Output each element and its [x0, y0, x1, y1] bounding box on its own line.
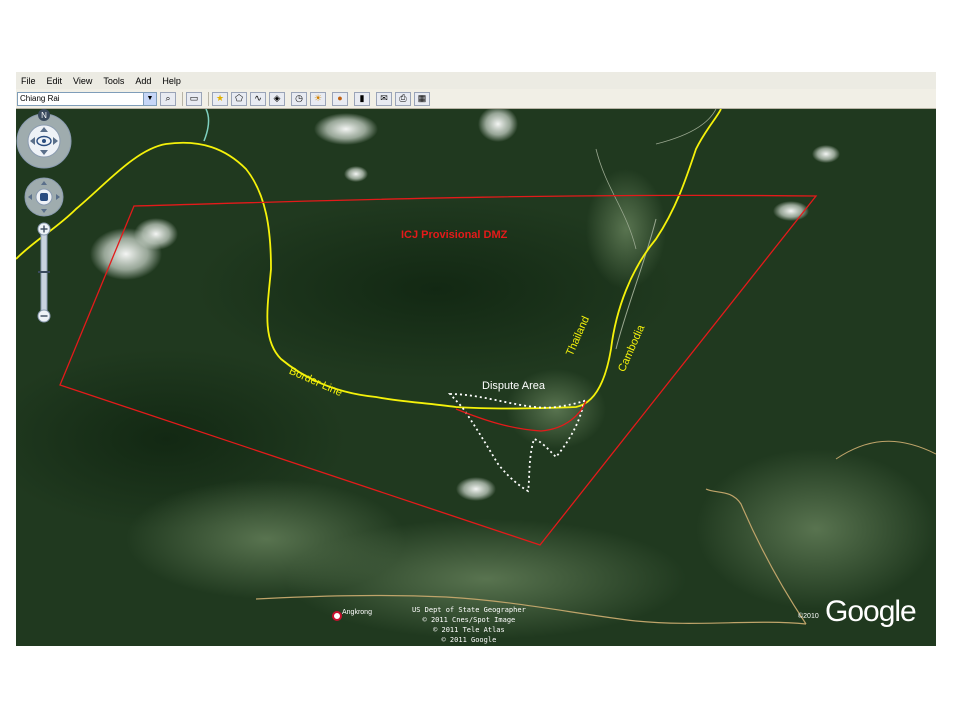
menu-edit[interactable]: Edit: [42, 76, 69, 86]
zoom-out-icon[interactable]: [37, 309, 51, 323]
toolbar-separator: [182, 91, 183, 106]
satellite-imagery: [16, 109, 936, 646]
toolbar-separator: [208, 91, 209, 106]
label-dmz: ICJ Provisional DMZ: [401, 229, 508, 241]
cleared-land: [586, 169, 666, 289]
placemark-icon[interactable]: ★: [212, 91, 228, 106]
cloud: [134, 218, 178, 250]
search-input[interactable]: Chiang Rai ▼: [17, 91, 157, 106]
menu-tools[interactable]: Tools: [98, 76, 130, 86]
menu-add[interactable]: Add: [130, 76, 157, 86]
menu-file[interactable]: File: [16, 76, 42, 86]
credit-line: © 2011 Cnes/Spot Image: [422, 616, 516, 624]
cleared-land: [696, 449, 936, 609]
path-icon[interactable]: ∿: [250, 91, 266, 106]
menu-bar: File Edit View Tools Add Help: [16, 72, 936, 89]
zoom-slider[interactable]: [38, 226, 50, 318]
google-logo: Google: [825, 595, 917, 628]
navigation-controls: N: [16, 109, 72, 323]
menu-help[interactable]: Help: [157, 76, 187, 86]
planet-icon[interactable]: ●: [332, 91, 348, 106]
polygon-icon[interactable]: ⬠: [231, 91, 247, 106]
print-icon[interactable]: ⎙: [395, 91, 411, 106]
cloud: [314, 113, 378, 145]
sidebar-icon[interactable]: ▭: [186, 91, 202, 106]
sun-icon[interactable]: ☀: [310, 91, 326, 106]
search-icon[interactable]: ⌕: [160, 91, 176, 106]
north-icon[interactable]: N: [38, 109, 50, 121]
toolbar: Chiang Rai ▼ ⌕ ▭ ★ ⬠ ∿ ◈ ◷ ☀ ● ▮ ✉ ⎙ ▦: [16, 89, 936, 109]
email-icon[interactable]: ✉: [376, 91, 392, 106]
search-dropdown-icon[interactable]: ▼: [143, 92, 156, 105]
label-town: Angkrong: [342, 609, 372, 616]
hand-icon[interactable]: [40, 193, 48, 201]
ruler-icon[interactable]: ▮: [354, 91, 370, 106]
credit-line: © 2011 Tele Atlas: [433, 626, 505, 634]
credit-line: US Dept of State Geographer: [412, 606, 526, 614]
cloud: [344, 166, 368, 182]
history-icon[interactable]: ◷: [291, 91, 307, 106]
svg-text:N: N: [41, 111, 47, 120]
image-icon[interactable]: ▦: [414, 91, 430, 106]
credit-line: © 2011 Google: [441, 636, 497, 644]
town-marker-icon[interactable]: [332, 611, 342, 621]
overlay-icon[interactable]: ◈: [269, 91, 285, 106]
google-earth-window: File Edit View Tools Add Help Chiang Rai…: [16, 72, 936, 646]
imagery-credits: US Dept of State Geographer © 2011 Cnes/…: [412, 605, 526, 645]
cloud: [812, 145, 840, 163]
menu-view[interactable]: View: [68, 76, 98, 86]
cloud: [456, 477, 496, 501]
search-value: Chiang Rai: [20, 94, 60, 103]
label-dispute-area: Dispute Area: [482, 380, 545, 392]
zoom-in-icon[interactable]: [37, 222, 51, 236]
logo-year: ©2010: [798, 613, 819, 620]
map-view[interactable]: ICJ Provisional DMZ Border Line Thailand…: [16, 109, 936, 646]
